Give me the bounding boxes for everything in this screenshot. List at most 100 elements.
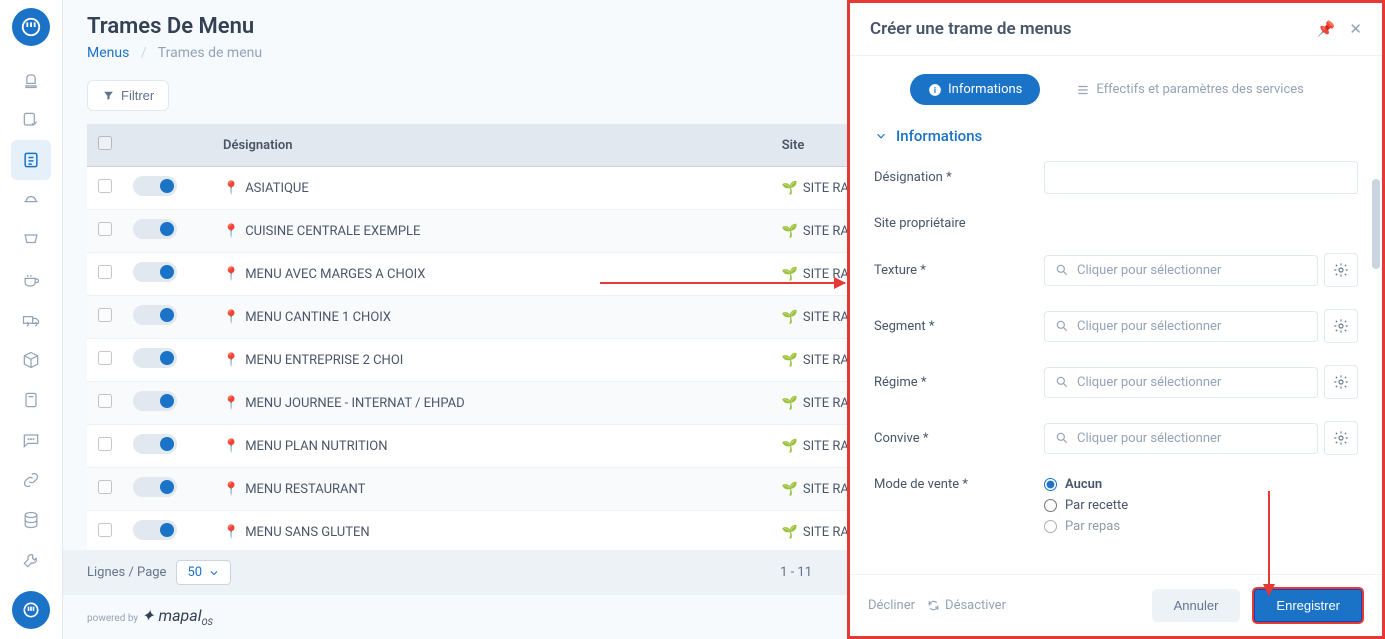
input-designation[interactable] (1044, 161, 1358, 194)
row-toggle[interactable] (133, 262, 177, 282)
row-designation: MENU AVEC MARGES A CHOIX (245, 267, 425, 282)
nav-menu-icon[interactable] (11, 140, 51, 180)
nav-chat-icon[interactable] (11, 420, 51, 460)
panel-tabs: i Informations Effectifs et paramètres d… (850, 56, 1382, 119)
breadcrumb-separator: / (141, 45, 147, 61)
tab-informations[interactable]: i Informations (910, 74, 1040, 105)
cancel-button[interactable]: Annuler (1152, 589, 1241, 622)
gear-regime[interactable] (1324, 365, 1358, 399)
row-checkbox[interactable] (98, 437, 112, 451)
select-all-checkbox[interactable] (98, 136, 112, 150)
gear-convive[interactable] (1324, 421, 1358, 455)
tab-services[interactable]: Effectifs et paramètres des services (1058, 74, 1322, 105)
breadcrumb-root[interactable]: Menus (87, 45, 129, 61)
picker-regime[interactable]: Cliquer pour sélectionner (1044, 367, 1318, 398)
radio-recipe[interactable]: Par recette (1044, 498, 1128, 513)
location-icon: 📍 (223, 267, 239, 282)
gear-icon (1333, 374, 1349, 390)
annotation-arrow-vertical (1268, 491, 1270, 595)
panel-header: Créer une trame de menus 📌 ✕ (850, 3, 1382, 56)
row-toggle[interactable] (133, 348, 177, 368)
deactivate-button[interactable]: Désactiver (927, 598, 1006, 613)
gear-icon (1333, 262, 1349, 278)
gear-icon (1333, 318, 1349, 334)
seedling-icon: 🌱 (782, 482, 798, 497)
nav-database-icon[interactable] (11, 500, 51, 540)
col-select (87, 124, 123, 167)
picker-segment[interactable]: Cliquer pour sélectionner (1044, 311, 1318, 342)
label-segment: Segment * (874, 319, 1034, 334)
nav-wrench-icon[interactable] (11, 540, 51, 580)
seedling-icon: 🌱 (782, 310, 798, 325)
brand-block: powered by ✦ mapalOS (87, 606, 213, 628)
radio-meal[interactable]: Par repas (1044, 519, 1128, 534)
row-checkbox[interactable] (98, 351, 112, 365)
nav-chef-icon[interactable] (11, 60, 51, 100)
refresh-icon (927, 599, 940, 612)
seedling-icon: 🌱 (782, 181, 798, 196)
seedling-icon: 🌱 (782, 353, 798, 368)
label-texture: Texture * (874, 263, 1034, 278)
row-toggle[interactable] (133, 219, 177, 239)
col-designation[interactable]: Désignation (213, 124, 772, 167)
search-icon (1055, 263, 1069, 277)
close-icon[interactable]: ✕ (1349, 20, 1362, 38)
location-icon: 📍 (223, 224, 239, 239)
row-designation: MENU CANTINE 1 CHOIX (245, 310, 391, 325)
row-designation: MENU JOURNEE - INTERNAT / EHPAD (245, 396, 464, 411)
lpp-select[interactable]: 50 (176, 560, 231, 585)
mode-radio-group: Aucun Par recette Par repas (1044, 477, 1128, 534)
nav-box-icon[interactable] (11, 340, 51, 380)
nav-truck-icon[interactable] (11, 300, 51, 340)
nav-calculator-icon[interactable] (11, 380, 51, 420)
gear-texture[interactable] (1324, 253, 1358, 287)
filter-icon (102, 89, 115, 102)
row-toggle[interactable] (133, 477, 177, 497)
pin-icon[interactable]: 📌 (1317, 20, 1336, 38)
location-icon: 📍 (223, 525, 239, 540)
panel-body: Informations Désignation * Site propriét… (850, 119, 1382, 574)
nav-bottom-logo[interactable] (12, 591, 50, 629)
row-toggle[interactable] (133, 520, 177, 540)
row-checkbox[interactable] (98, 523, 112, 537)
radio-none[interactable]: Aucun (1044, 477, 1128, 492)
svg-text:i: i (934, 84, 936, 94)
decline-button[interactable]: Décliner (868, 598, 915, 613)
nav-coffee-icon[interactable] (11, 260, 51, 300)
label-site: Site propriétaire (874, 216, 1034, 231)
app-logo[interactable] (12, 8, 50, 46)
row-checkbox[interactable] (98, 480, 112, 494)
picker-convive[interactable]: Cliquer pour sélectionner (1044, 423, 1318, 454)
row-toggle[interactable] (133, 176, 177, 196)
row-toggle[interactable] (133, 305, 177, 325)
row-checkbox[interactable] (98, 222, 112, 236)
filter-button[interactable]: Filtrer (87, 80, 169, 111)
row-checkbox[interactable] (98, 179, 112, 193)
row-toggle[interactable] (133, 391, 177, 411)
row-toggle[interactable] (133, 434, 177, 454)
annotation-arrow-horizontal (600, 282, 845, 284)
panel-title: Créer une trame de menus (870, 19, 1317, 39)
panel-footer: Décliner Désactiver Annuler Enregistrer (850, 574, 1382, 636)
search-icon (1055, 431, 1069, 445)
location-icon: 📍 (223, 353, 239, 368)
row-checkbox[interactable] (98, 308, 112, 322)
row-checkbox[interactable] (98, 394, 112, 408)
row-designation: MENU PLAN NUTRITION (245, 439, 387, 454)
picker-texture[interactable]: Cliquer pour sélectionner (1044, 255, 1318, 286)
gear-segment[interactable] (1324, 309, 1358, 343)
sidebar (0, 0, 63, 639)
chevron-down-icon (208, 567, 220, 579)
seedling-icon: 🌱 (782, 396, 798, 411)
label-designation: Désignation * (874, 170, 1034, 185)
section-header-informations[interactable]: Informations (874, 119, 1358, 161)
nav-dish-icon[interactable] (11, 180, 51, 220)
nav-link-icon[interactable] (11, 460, 51, 500)
row-designation: MENU RESTAURANT (245, 482, 365, 497)
nav-cart-icon[interactable] (11, 220, 51, 260)
location-icon: 📍 (223, 439, 239, 454)
nav-favorite-icon[interactable] (11, 100, 51, 140)
scrollbar[interactable] (1372, 179, 1380, 269)
seedling-icon: 🌱 (782, 224, 798, 239)
row-checkbox[interactable] (98, 265, 112, 279)
